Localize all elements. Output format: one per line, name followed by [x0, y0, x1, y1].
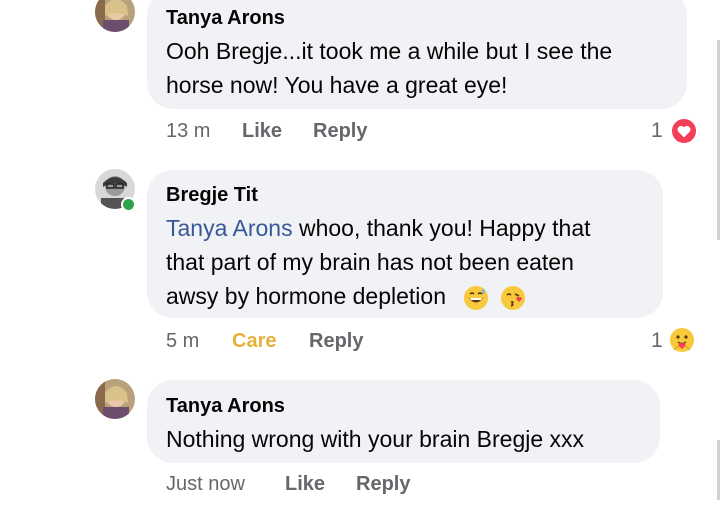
reply-button[interactable]: Reply — [313, 120, 367, 143]
care-reaction-button[interactable]: Care — [232, 330, 276, 353]
avatar[interactable] — [95, 0, 135, 32]
avatar[interactable] — [95, 379, 135, 419]
comment-text-line: Ooh Bregje...it took me a while but I se… — [166, 38, 613, 64]
comment-author[interactable]: Tanya Arons — [166, 7, 285, 30]
kissing-heart-emoji — [499, 284, 527, 312]
comment-text-line: Tanya Arons whoo, thank you! Happy that — [166, 211, 591, 245]
online-status-indicator — [121, 197, 136, 212]
comment-text-fragment: awsy by hormone depletion — [166, 283, 446, 309]
reaction-count[interactable]: 1 — [651, 329, 663, 353]
comment-text-line: that part of my brain has not been eaten — [166, 249, 574, 275]
reply-button[interactable]: Reply — [309, 330, 363, 353]
reply-button[interactable]: Reply — [356, 473, 410, 496]
like-button[interactable]: Like — [242, 120, 282, 143]
comment-author[interactable]: Tanya Arons — [166, 395, 285, 418]
comment-time[interactable]: 13 m — [166, 120, 210, 143]
grinning-sweat-emoji — [462, 284, 490, 312]
comment-text-line: horse now! You have a great eye! — [166, 72, 508, 98]
heart-icon[interactable] — [670, 117, 698, 145]
comment-time[interactable]: 5 m — [166, 330, 199, 353]
like-button[interactable]: Like — [285, 473, 325, 496]
reaction-count[interactable]: 1 — [651, 119, 663, 143]
comment-text-line: awsy by hormone depletion — [166, 279, 527, 313]
comment-text-fragment: whoo, thank you! Happy that — [292, 215, 591, 241]
mention-link[interactable]: Tanya Arons — [166, 215, 293, 241]
comment-text-line: Nothing wrong with your brain Bregje xxx — [166, 426, 585, 452]
comment-time[interactable]: Just now — [166, 473, 245, 496]
care-emoji-icon[interactable] — [668, 326, 696, 354]
comment-author[interactable]: Bregje Tit — [166, 184, 258, 207]
